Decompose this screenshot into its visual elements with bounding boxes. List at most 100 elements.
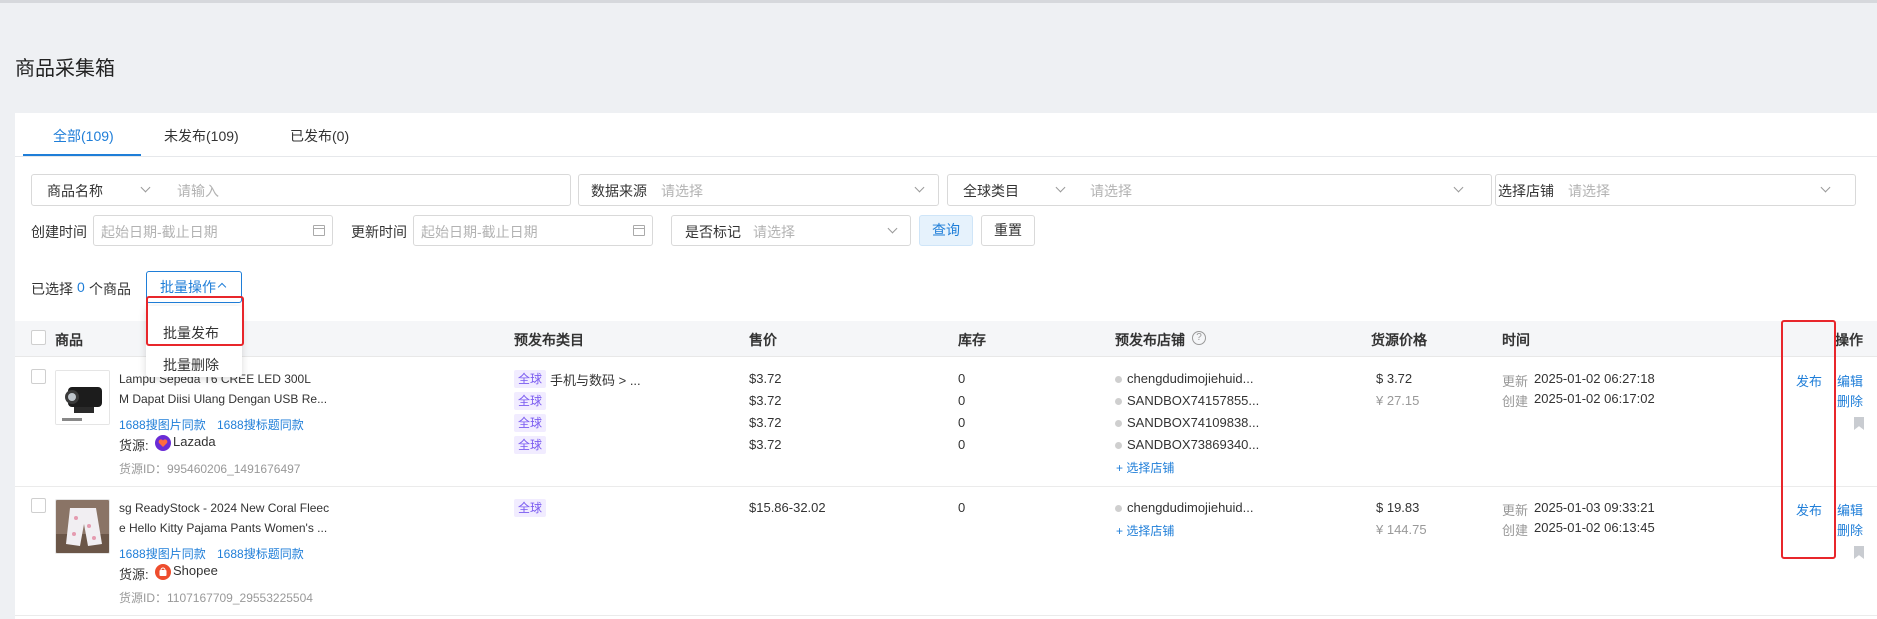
price-value: $3.72: [749, 415, 782, 430]
select-store-link[interactable]: + 选择店铺: [1116, 459, 1174, 476]
store-status-dot: [1115, 505, 1122, 512]
edit-button[interactable]: 编辑: [1837, 500, 1863, 519]
price-value: $3.72: [749, 437, 782, 452]
selected-prefix: 已选择: [31, 281, 73, 297]
product-name-input[interactable]: 请输入: [177, 181, 219, 201]
selected-count: 0: [77, 279, 85, 295]
header-time: 时间: [1502, 332, 1530, 348]
image-search-link[interactable]: 1688搜图片同款: [119, 416, 206, 433]
source-price-cny: ¥ 144.75: [1376, 522, 1427, 537]
source-price-cny: ¥ 27.15: [1376, 393, 1420, 408]
delete-button[interactable]: 删除: [1837, 391, 1863, 410]
help-icon[interactable]: ?: [1192, 331, 1206, 345]
product-title-line2[interactable]: M Dapat Diisi Ulang Dengan USB Re...: [119, 392, 327, 406]
selected-suffix: 个商品: [89, 281, 131, 297]
marked-label: 是否标记: [685, 224, 741, 240]
header-product: 商品: [55, 332, 83, 348]
select-all-checkbox[interactable]: [31, 330, 46, 345]
marked-placeholder: 请选择: [753, 224, 795, 240]
row-checkbox[interactable]: [31, 369, 46, 384]
created-time: 2025-01-02 06:17:02: [1534, 391, 1655, 406]
header-price: 售价: [749, 332, 777, 348]
tab-published[interactable]: 已发布(0): [290, 126, 349, 146]
category-placeholder[interactable]: 请选择: [1090, 181, 1132, 201]
category-tag: 全球: [514, 370, 547, 388]
header-stock: 库存: [958, 332, 986, 348]
calendar-icon: [313, 225, 325, 236]
category-filter: [947, 174, 1492, 206]
category-tag: 全球: [514, 392, 547, 410]
delete-button[interactable]: 删除: [1837, 520, 1863, 539]
tab-unpublished[interactable]: 未发布(109): [164, 126, 239, 146]
product-title-line2[interactable]: e Hello Kitty Pajama Pants Women's ...: [119, 521, 327, 535]
highlight-box-batch-publish: [146, 296, 244, 346]
header-category: 预发布类目: [514, 332, 584, 348]
edit-button[interactable]: 编辑: [1837, 371, 1863, 390]
image-search-link[interactable]: 1688搜图片同款: [119, 545, 206, 562]
title-search-link[interactable]: 1688搜标题同款: [217, 545, 304, 562]
tab-divider: [15, 156, 1877, 157]
created-time-placeholder: 起始日期-截止日期: [101, 224, 218, 240]
select-store-link[interactable]: + 选择店铺: [1116, 522, 1174, 539]
updated-time-label: 更新时间: [351, 224, 407, 240]
category-select[interactable]: 全球类目: [963, 181, 1019, 201]
store-name: SANDBOX73869340...: [1127, 437, 1260, 452]
store-status-dot: [1115, 420, 1122, 427]
store-status-dot: [1115, 398, 1122, 405]
updated-time: 2025-01-02 06:27:18: [1534, 371, 1655, 386]
updated-label: 更新: [1502, 503, 1529, 518]
stock-value: 0: [958, 500, 966, 515]
lazada-logo-icon: [155, 435, 171, 451]
product-title-line1[interactable]: sg ReadyStock - 2024 New Coral Fleec: [119, 501, 329, 515]
row-divider: [15, 615, 1877, 616]
source-id: 货源ID：1107167709_29553225504: [119, 591, 313, 605]
store-name: SANDBOX74157855...: [1127, 393, 1260, 408]
product-thumbnail[interactable]: [55, 370, 110, 425]
pajama-pants-image: [56, 500, 109, 553]
store-placeholder: 请选择: [1568, 183, 1610, 199]
created-label: 创建: [1502, 394, 1529, 409]
product-field-select[interactable]: 商品名称: [47, 181, 103, 201]
created-time-label: 创建时间: [31, 224, 87, 240]
store-status-dot: [1115, 376, 1122, 383]
category-tag: 全球: [514, 436, 547, 454]
created-label: 创建: [1502, 523, 1529, 538]
stock-value: 0: [958, 371, 966, 386]
price-value: $15.86-32.02: [749, 500, 826, 515]
source-id: 货源ID：995460206_1491676497: [119, 462, 301, 476]
source-label: 货源:: [119, 438, 149, 453]
category-tag: 全球: [514, 499, 547, 517]
category-tag: 全球: [514, 414, 547, 432]
header-actions: 操作: [1835, 332, 1863, 348]
page-title: 商品采集箱: [15, 58, 115, 80]
updated-time: 2025-01-03 09:33:21: [1534, 500, 1655, 515]
category-path: 手机与数码 > ...: [550, 373, 641, 388]
data-source-label: 数据来源: [591, 183, 647, 199]
price-value: $3.72: [749, 371, 782, 386]
active-tab-indicator: [23, 154, 141, 156]
price-value: $3.72: [749, 393, 782, 408]
stock-value: 0: [958, 437, 966, 452]
data-source-placeholder: 请选择: [661, 183, 703, 199]
source-name: Shopee: [173, 563, 218, 578]
store-name: chengdudimojiehuid...: [1127, 371, 1254, 386]
tab-all[interactable]: 全部(109): [53, 126, 114, 146]
title-search-link[interactable]: 1688搜标题同款: [217, 416, 304, 433]
query-button[interactable]: 查询: [919, 215, 973, 246]
stock-value: 0: [958, 415, 966, 430]
bike-light-image: [56, 371, 109, 424]
reset-button[interactable]: 重置: [981, 215, 1035, 246]
menu-item-batch-delete[interactable]: 批量删除: [163, 355, 219, 375]
store-status-dot: [1115, 442, 1122, 449]
row-checkbox[interactable]: [31, 498, 46, 513]
product-thumbnail[interactable]: [55, 499, 110, 554]
store-label: 选择店铺: [1498, 183, 1554, 199]
created-time: 2025-01-02 06:13:45: [1534, 520, 1655, 535]
product-name-filter: [31, 174, 571, 206]
source-price-usd: $ 19.83: [1376, 500, 1420, 515]
calendar-icon: [633, 225, 645, 236]
source-price-usd: $ 3.72: [1376, 371, 1413, 386]
source-name: Lazada: [173, 434, 216, 449]
stock-value: 0: [958, 393, 966, 408]
source-label: 货源:: [119, 567, 149, 582]
